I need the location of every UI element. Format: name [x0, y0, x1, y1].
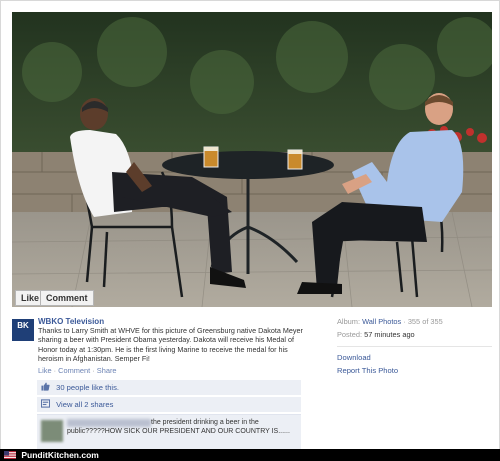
site-watermark: PunditKitchen.com — [0, 449, 500, 461]
download-link[interactable]: Download — [337, 353, 371, 362]
comment-link[interactable]: Comment — [58, 366, 90, 375]
like-link[interactable]: Like — [38, 366, 52, 375]
posted-label: Posted: — [337, 330, 363, 339]
separator: · — [53, 366, 57, 375]
post-actions: Like · Comment · Share — [38, 366, 117, 375]
flag-icon — [4, 451, 16, 459]
site-name: PunditKitchen.com — [21, 450, 99, 460]
album-count: · 355 of 355 — [403, 317, 443, 326]
page-avatar-text: BK — [17, 321, 29, 330]
photo-caption: Thanks to Larry Smith at WHVE for this p… — [38, 326, 303, 364]
photo-viewer: Like Comment BK WBKO Television Thanks t… — [0, 0, 500, 461]
share-link[interactable]: Share — [97, 366, 117, 375]
photo[interactable] — [12, 12, 492, 307]
photo-illustration — [12, 12, 492, 307]
separator: · — [92, 366, 95, 375]
comment-item: the president drinking a beer in the pub… — [37, 414, 301, 450]
thumbs-up-icon — [41, 382, 50, 391]
page-name-link[interactable]: WBKO Television — [38, 317, 104, 326]
likes-row: 30 people like this. — [37, 380, 301, 395]
page-avatar[interactable]: BK — [12, 319, 34, 341]
shares-row: View all 2 shares — [37, 397, 301, 412]
album-info: Album: Wall Photos · 355 of 355 — [337, 317, 443, 326]
report-photo-link[interactable]: Report This Photo — [337, 366, 398, 375]
album-label: Album: — [337, 317, 361, 326]
posted-time: 57 minutes ago — [364, 330, 415, 339]
comment-body: the president drinking a beer in the pub… — [67, 419, 290, 435]
share-icon — [41, 399, 50, 408]
commenter-avatar-blurred — [41, 420, 63, 442]
album-link[interactable]: Wall Photos — [362, 317, 401, 326]
divider — [337, 346, 492, 347]
view-shares-link[interactable]: View all 2 shares — [56, 400, 113, 409]
comment-text: the president drinking a beer in the pub… — [67, 419, 297, 436]
posted-info: Posted: 57 minutes ago — [337, 330, 415, 339]
photo-comment-button[interactable]: Comment — [40, 290, 94, 306]
likes-count-link[interactable]: 30 people like this. — [56, 383, 119, 392]
